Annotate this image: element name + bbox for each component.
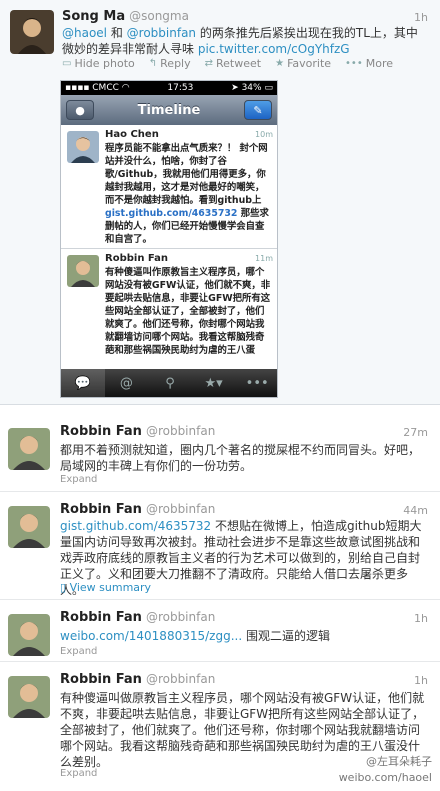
tweet-text: weibo.com/1401880315/zgg... 围观二逼的逻辑 — [60, 628, 430, 644]
mention-link[interactable]: @haoel — [62, 26, 107, 40]
phone-tweet: Hao Chen 10m 程序员能不能拿出点气质来？！ 封个网站并没什么，怕啥，… — [61, 125, 277, 249]
mention-link[interactable]: @robbinfan — [127, 26, 196, 40]
retweet-icon: ⇄ — [204, 58, 214, 69]
more-label: More — [365, 57, 394, 70]
favorite-button[interactable]: ★ Favorite — [275, 57, 331, 70]
avatar[interactable] — [8, 506, 50, 548]
reply-icon: ↰ — [148, 58, 158, 69]
phone-tweet-text: 程序员能不能拿出点气质来？！ 封个网站并没什么，怕啥，你封了谷歌/Github，… — [105, 142, 271, 246]
star-icon: ★▾ — [204, 375, 223, 391]
watermark-line: @左耳朵耗子 — [366, 755, 432, 768]
battery: ➤ 34% ▭ — [231, 83, 273, 93]
reply-button[interactable]: ↰ Reply — [149, 57, 191, 70]
phone-nav-bar: ● Timeline ✎ — [61, 95, 277, 125]
avatar — [67, 255, 99, 287]
tweet-time[interactable]: 1h — [414, 674, 428, 687]
tweet[interactable]: Robbin Fan @robbinfan 27m 都用不着预测就知道，圈内几个著… — [0, 414, 440, 492]
hide-photo-button[interactable]: ▭ Hide photo — [62, 57, 135, 70]
phone-tweet: Robbin Fan 11m 有种傻逼叫作原教旨主义程序员，哪个网站没有被GFW… — [61, 249, 277, 371]
tweet-time[interactable]: 1h — [414, 612, 428, 625]
retweet-label: Retweet — [216, 57, 262, 70]
star-icon: ★ — [275, 58, 285, 69]
avatar[interactable] — [8, 428, 50, 470]
author-handle[interactable]: @songma — [129, 9, 189, 23]
weibo-link[interactable]: weibo.com/1401880315/zgg... — [60, 629, 242, 643]
expand-link[interactable]: Expand — [60, 646, 97, 657]
attached-photo[interactable]: ▪▪▪▪ CMCC ◠ 17:53 ➤ 34% ▭ ● Timeline ✎ H… — [60, 80, 278, 398]
tweet-text: @haoel 和 @robbinfan 的两条推先后紧挨出现在我的TL上，其中微… — [62, 25, 428, 57]
author-handle[interactable]: @robbinfan — [146, 502, 215, 516]
avatar[interactable] — [8, 614, 50, 656]
phone-tweet-author: Hao Chen — [105, 129, 159, 140]
tweet[interactable]: Robbin Fan @robbinfan 1h 有种傻逼叫做原教旨主义程序员，哪… — [0, 662, 440, 791]
at-sign-icon: @ — [119, 375, 133, 391]
more-icon: ••• — [345, 58, 363, 69]
document-icon: ▯ — [60, 581, 67, 594]
compose-icon: ✎ — [253, 103, 263, 117]
battery-icon: ▭ — [264, 83, 273, 93]
tweet[interactable]: Robbin Fan @robbinfan 1h weibo.com/140188… — [0, 600, 440, 662]
reply-label: Reply — [160, 57, 191, 70]
tweet-time[interactable]: 44m — [403, 504, 428, 517]
wifi-icon: ◠ — [121, 83, 130, 93]
phone-tweet-author: Robbin Fan — [105, 253, 169, 264]
location-icon: ➤ — [231, 83, 239, 93]
tweet-text-part: 围观二逼的逻辑 — [242, 629, 330, 643]
hide-photo-label: Hide photo — [74, 57, 135, 70]
compose-button: ✎ — [244, 100, 272, 120]
tweet-text-part: 和 — [107, 26, 127, 40]
photo-icon: ▭ — [62, 58, 72, 69]
tweet-time[interactable]: 1h — [414, 11, 428, 24]
pic-link[interactable]: pic.twitter.com/cOgYhfzG — [198, 42, 350, 56]
favorite-label: Favorite — [287, 57, 332, 70]
tweet[interactable]: Robbin Fan @robbinfan 44m gist.github.com… — [0, 492, 440, 600]
phone-tweet-link: gist.github.com/4635732 — [105, 208, 238, 219]
phone-clock: 17:53 — [167, 83, 194, 93]
tweet-time[interactable]: 27m — [403, 426, 428, 439]
retweet-button[interactable]: ⇄ Retweet — [205, 57, 261, 70]
author-handle[interactable]: @robbinfan — [146, 424, 215, 438]
phone-tweet-time: 11m — [255, 254, 273, 263]
author-name[interactable]: Robbin Fan @robbinfan — [60, 424, 215, 439]
author-name-text[interactable]: Song Ma — [62, 9, 125, 24]
search-icon: ⚲ — [165, 375, 175, 391]
author-name[interactable]: Robbin Fan @robbinfan — [60, 610, 215, 625]
phone-tab-bar: 💬 @ ⚲ ★▾ ••• — [61, 369, 277, 397]
author-handle[interactable]: @robbinfan — [146, 610, 215, 624]
phone-tweet-time: 10m — [255, 130, 273, 139]
author-name[interactable]: Robbin Fan @robbinfan — [60, 502, 215, 517]
phone-tweet-text-part: 程序员能不能拿出点气质来？！ 封个网站并没什么，怕啥，你封了谷歌/Github，… — [105, 143, 268, 206]
author-name-text[interactable]: Robbin Fan — [60, 502, 142, 517]
watermark: @左耳朵耗子 weibo.com/haoel — [339, 754, 432, 786]
author-name-text[interactable]: Robbin Fan — [60, 672, 142, 687]
avatar — [67, 131, 99, 163]
phone-status-bar: ▪▪▪▪ CMCC ◠ 17:53 ➤ 34% ▭ — [61, 81, 277, 95]
view-summary-link[interactable]: ▯ View summary — [60, 581, 151, 594]
more-icon: ••• — [245, 375, 269, 391]
author-handle[interactable]: @robbinfan — [146, 672, 215, 686]
carrier-text: CMCC — [92, 83, 119, 93]
author-name[interactable]: Song Ma @songma — [62, 9, 189, 24]
avatar[interactable] — [8, 676, 50, 718]
more-button[interactable]: ••• More — [345, 57, 393, 70]
watermark-line: weibo.com/haoel — [338, 771, 432, 784]
carrier: ▪▪▪▪ CMCC ◠ — [65, 83, 130, 93]
phone-tweet-text: 有种傻逼叫作原教旨主义程序员，哪个网站没有被GFW认证，他们就不爽，非要起哄去贴… — [105, 267, 271, 356]
top-tweet: Song Ma @songma 1h @haoel 和 @robbinfan 的两… — [0, 0, 440, 405]
battery-text: 34% — [241, 83, 262, 93]
expand-link[interactable]: Expand — [60, 768, 97, 779]
gist-link[interactable]: gist.github.com/4635732 — [60, 519, 211, 533]
tweet-text: 都用不着预测就知道，圈内几个著名的搅屎棍不约而同冒头。好吧，局域网的丰碑上有你们… — [60, 443, 421, 473]
author-name[interactable]: Robbin Fan @robbinfan — [60, 672, 215, 687]
author-name-text[interactable]: Robbin Fan — [60, 610, 142, 625]
avatar[interactable] — [10, 10, 54, 54]
author-name-text[interactable]: Robbin Fan — [60, 424, 142, 439]
view-summary-label[interactable]: View summary — [70, 581, 152, 594]
expand-link[interactable]: Expand — [60, 474, 97, 485]
tweet-actions: ▭ Hide photo ↰ Reply ⇄ Retweet ★ Favorite ••… — [62, 57, 393, 70]
chat-bubble-icon: 💬 — [61, 369, 105, 397]
